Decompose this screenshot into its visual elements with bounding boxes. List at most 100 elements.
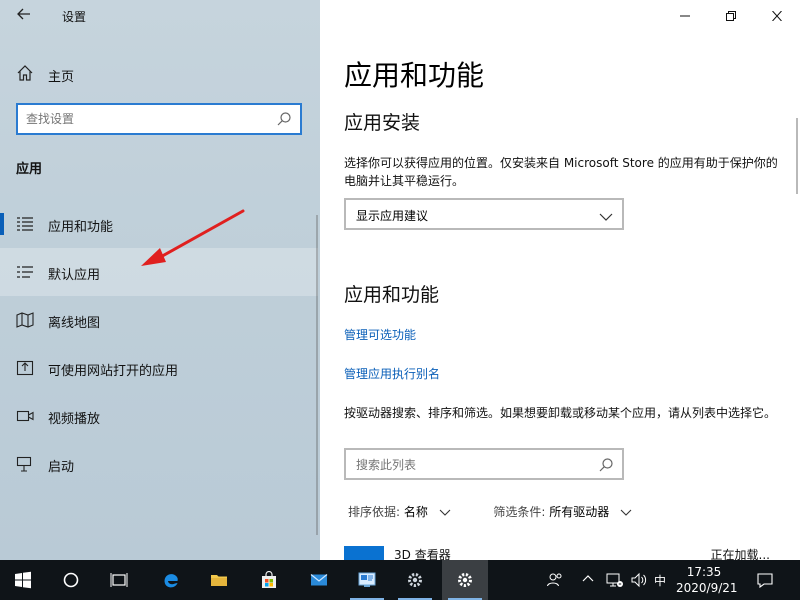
- home-nav-item[interactable]: 主页: [0, 58, 320, 90]
- pinned-app-button[interactable]: [344, 560, 390, 600]
- network-icon: [606, 573, 623, 587]
- selected-indicator: [0, 213, 4, 235]
- volume-button[interactable]: [630, 560, 650, 600]
- file-explorer-icon: [211, 575, 227, 586]
- mail-button[interactable]: [296, 560, 342, 600]
- clock-time: 17:35: [686, 565, 722, 579]
- close-button[interactable]: [754, 0, 800, 32]
- chevron-down-icon: [620, 509, 632, 516]
- sidebar-item-label: 启动: [48, 460, 75, 475]
- minimize-button[interactable]: [662, 0, 708, 32]
- mail-icon: [310, 574, 328, 586]
- back-arrow-icon[interactable]: [14, 6, 34, 26]
- clock[interactable]: 17:35 2020/9/21: [676, 564, 738, 596]
- search-list-input[interactable]: [356, 457, 586, 473]
- settings-gear-button[interactable]: [392, 560, 438, 600]
- store-button[interactable]: [246, 560, 292, 600]
- notification-icon: [757, 573, 773, 588]
- page-title: 应用和功能: [344, 59, 485, 92]
- default-apps-icon: [16, 264, 34, 280]
- sidebar-item-startup[interactable]: 启动: [0, 440, 318, 488]
- home-icon: [16, 64, 34, 82]
- map-icon: [16, 312, 34, 328]
- app-name: 3D 查看器: [394, 548, 451, 560]
- sidebar-item-apps-features[interactable]: 应用和功能: [0, 200, 318, 248]
- app-tile-icon: [344, 546, 384, 560]
- task-view-button[interactable]: [96, 560, 142, 600]
- main-content: 应用和功能 应用安装 选择你可以获得应用的位置。仅安装来自 Microsoft …: [320, 0, 800, 560]
- video-icon: [16, 408, 34, 424]
- find-setting-input[interactable]: [26, 111, 266, 127]
- people-icon: [547, 573, 562, 587]
- app-status: 正在加载...: [710, 548, 770, 560]
- main-scrollbar[interactable]: [796, 118, 798, 194]
- find-setting-search-box[interactable]: [16, 103, 302, 135]
- search-list-box[interactable]: [344, 448, 624, 480]
- startup-icon: [16, 456, 34, 472]
- manage-optional-features-link[interactable]: 管理可选功能: [344, 326, 416, 343]
- store-icon: [262, 571, 276, 588]
- input-method-indicator[interactable]: 中: [654, 572, 666, 589]
- sort-filter-bar: 排序依据: 名称 筛选条件: 所有驱动器: [348, 503, 633, 523]
- task-view-icon: [110, 573, 128, 587]
- settings-gear-icon: [408, 573, 422, 587]
- settings-sidebar: 设置 主页 应用 应用和功能 默认应用 离线地图: [0, 0, 320, 560]
- show-hidden-icons-button[interactable]: [582, 560, 598, 600]
- file-explorer-button[interactable]: [196, 560, 242, 600]
- apps-filter-description: 按驱动器搜索、排序和筛选。如果想要卸载或移动某个应用，请从列表中选择它。: [344, 406, 777, 420]
- network-button[interactable]: [606, 560, 626, 600]
- sidebar-item-label: 默认应用: [48, 268, 101, 283]
- sidebar-item-label: 可使用网站打开的应用: [48, 364, 179, 379]
- restore-button[interactable]: [708, 0, 754, 32]
- sidebar-scrollbar[interactable]: [316, 215, 318, 535]
- chevron-up-icon: [582, 575, 594, 582]
- filter-value: 所有驱动器: [549, 505, 610, 519]
- app-list-item[interactable]: 3D 查看器 正在加载...: [344, 546, 796, 560]
- search-button[interactable]: [48, 560, 94, 600]
- apps-section-label: 应用: [16, 162, 43, 177]
- restore-icon: [726, 11, 736, 21]
- app-icon: [358, 572, 376, 587]
- open-website-icon: [16, 360, 34, 376]
- action-center-button[interactable]: [756, 560, 780, 600]
- install-source-dropdown[interactable]: 显示应用建议: [344, 198, 624, 230]
- search-icon[interactable]: [598, 457, 614, 473]
- chevron-down-icon: [439, 509, 451, 516]
- sort-dropdown[interactable]: 排序依据: 名称: [348, 505, 456, 519]
- close-icon: [772, 10, 782, 22]
- sidebar-item-default-apps[interactable]: 默认应用: [0, 248, 318, 296]
- settings-active-button[interactable]: [442, 560, 488, 600]
- sidebar-item-apps-for-websites[interactable]: 可使用网站打开的应用: [0, 344, 318, 392]
- filter-label: 筛选条件:: [493, 505, 546, 519]
- home-label: 主页: [48, 70, 75, 85]
- sidebar-item-label: 应用和功能: [48, 220, 114, 235]
- apps-list-icon: [16, 216, 34, 232]
- people-button[interactable]: [546, 560, 570, 600]
- search-icon[interactable]: [276, 111, 292, 127]
- start-button[interactable]: [0, 560, 46, 600]
- volume-icon: [631, 572, 647, 588]
- chevron-down-icon: [598, 208, 614, 221]
- minimize-icon: [680, 15, 690, 17]
- sidebar-item-offline-maps[interactable]: 离线地图: [0, 296, 318, 344]
- sort-value: 名称: [403, 505, 428, 519]
- install-heading: 应用安装: [344, 112, 421, 134]
- windows-start-icon: [15, 571, 31, 589]
- dropdown-value: 显示应用建议: [356, 209, 429, 223]
- sidebar-item-video-playback[interactable]: 视频播放: [0, 392, 318, 440]
- taskbar: 中 17:35 2020/9/21: [0, 560, 800, 600]
- apps-features-heading: 应用和功能: [344, 284, 440, 306]
- sidebar-item-label: 离线地图: [48, 316, 101, 331]
- install-description: 选择你可以获得应用的位置。仅安装来自 Microsoft Store 的应用有助…: [344, 156, 778, 188]
- window-title: 设置: [62, 10, 87, 24]
- filter-dropdown[interactable]: 筛选条件: 所有驱动器: [493, 505, 633, 519]
- sidebar-titlebar: 设置: [0, 0, 320, 32]
- edge-icon: [164, 574, 178, 588]
- clock-date: 2020/9/21: [676, 581, 738, 595]
- sidebar-item-label: 视频播放: [48, 412, 101, 427]
- sort-label: 排序依据:: [348, 505, 401, 519]
- settings-active-icon: [458, 573, 472, 587]
- manage-app-aliases-link[interactable]: 管理应用执行别名: [344, 365, 440, 382]
- cortana-search-icon: [63, 572, 79, 588]
- edge-button[interactable]: [148, 560, 194, 600]
